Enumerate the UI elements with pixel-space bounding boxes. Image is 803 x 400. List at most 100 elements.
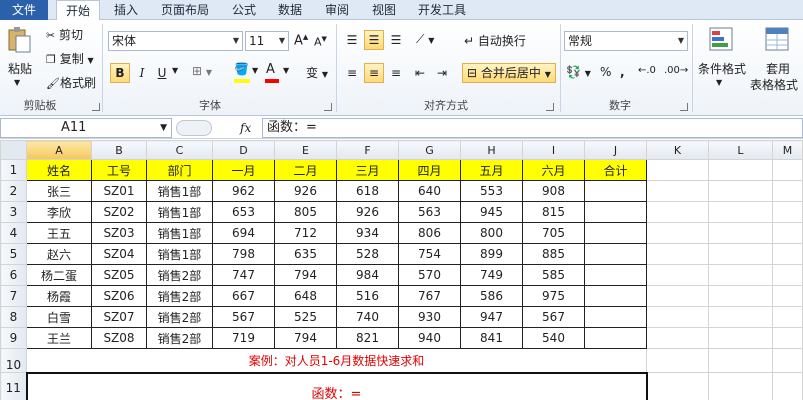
merge-center-button[interactable]: ⊟ 合并后居中 ▼ (462, 63, 556, 83)
data-cell[interactable]: 719 (212, 327, 275, 349)
paste-dropdown-icon[interactable]: ▼ (14, 78, 20, 87)
data-cell[interactable]: 销售1部 (146, 201, 213, 223)
cell[interactable] (646, 159, 709, 181)
italic-button[interactable]: I (132, 63, 152, 83)
paste-button[interactable]: 粘贴 (8, 60, 32, 77)
cell[interactable] (646, 243, 709, 265)
data-cell[interactable]: 794 (274, 327, 337, 349)
select-all-corner[interactable] (0, 140, 27, 160)
data-cell[interactable]: 926 (274, 180, 337, 202)
cell[interactable] (708, 327, 773, 349)
conditional-format-button[interactable]: 条件格式 (698, 60, 746, 77)
data-cell[interactable]: 926 (336, 201, 399, 223)
data-cell[interactable]: SZ02 (91, 201, 147, 223)
font-launcher-icon[interactable] (324, 103, 332, 111)
data-cell[interactable]: 841 (460, 327, 523, 349)
column-header-d[interactable]: D (212, 140, 275, 160)
align-top-icon[interactable]: ☰ (342, 30, 362, 50)
data-cell[interactable]: 李欣 (26, 201, 92, 223)
align-right-icon[interactable]: ≡ (386, 63, 406, 83)
number-launcher-icon[interactable] (680, 103, 688, 111)
data-cell[interactable] (584, 222, 647, 244)
chevron-down-icon[interactable]: ▼ (716, 78, 722, 87)
align-middle-icon[interactable]: ☰ (364, 30, 384, 50)
orientation-button[interactable]: ⟋ ▼ (416, 32, 434, 47)
data-cell[interactable]: 销售1部 (146, 243, 213, 265)
fill-color-button[interactable]: 🪣 (234, 62, 249, 76)
cell[interactable] (646, 264, 709, 286)
header-cell[interactable]: 五月 (460, 159, 523, 181)
tab-view[interactable]: 视图 (364, 0, 404, 20)
data-cell[interactable]: 570 (398, 264, 461, 286)
data-cell[interactable]: SZ07 (91, 306, 147, 328)
cell[interactable] (708, 201, 773, 223)
data-cell[interactable] (584, 243, 647, 265)
data-cell[interactable]: 张三 (26, 180, 92, 202)
column-header-a[interactable]: A (26, 140, 92, 160)
tab-developer[interactable]: 开发工具 (410, 0, 474, 20)
column-header-h[interactable]: H (460, 140, 523, 160)
decrease-decimal-icon[interactable]: .00→ (664, 65, 688, 76)
data-cell[interactable]: 740 (336, 306, 399, 328)
data-cell[interactable]: 杨二蛋 (26, 264, 92, 286)
data-cell[interactable]: 516 (336, 285, 399, 307)
tab-formulas[interactable]: 公式 (224, 0, 264, 20)
data-cell[interactable]: 王兰 (26, 327, 92, 349)
row-header[interactable]: 9 (0, 327, 27, 349)
column-header-j[interactable]: J (584, 140, 647, 160)
data-cell[interactable]: 975 (522, 285, 585, 307)
data-cell[interactable]: 销售2部 (146, 327, 213, 349)
data-cell[interactable]: 945 (460, 201, 523, 223)
cell[interactable] (772, 372, 803, 400)
cell[interactable] (646, 285, 709, 307)
data-cell[interactable]: 984 (336, 264, 399, 286)
column-header-f[interactable]: F (336, 140, 399, 160)
data-cell[interactable]: 销售1部 (146, 222, 213, 244)
data-cell[interactable]: 653 (212, 201, 275, 223)
cell[interactable] (646, 327, 709, 349)
header-cell[interactable]: 部门 (146, 159, 213, 181)
clipboard-launcher-icon[interactable] (92, 103, 100, 111)
worksheet-grid[interactable]: A B C D E F G H I J K L M 1 姓名 工号 部门 一月 二月 三月四… (0, 140, 803, 400)
row-header[interactable]: 5 (0, 243, 27, 265)
format-painter-button[interactable]: 🖌格式刷 (46, 74, 96, 91)
cut-button[interactable]: ✂ 剪切 (46, 26, 83, 43)
data-cell[interactable]: 648 (274, 285, 337, 307)
note-cell[interactable]: 案例：对人员1-6月数据快速求和 (27, 349, 647, 373)
cell[interactable] (646, 372, 709, 400)
data-cell[interactable]: SZ08 (91, 327, 147, 349)
data-cell[interactable]: SZ04 (91, 243, 147, 265)
cell[interactable] (646, 348, 709, 373)
header-cell[interactable]: 一月 (212, 159, 275, 181)
row-header[interactable]: 3 (0, 201, 27, 223)
column-header-m[interactable]: M (772, 140, 803, 160)
row-header[interactable]: 10 (0, 348, 27, 373)
data-cell[interactable]: 815 (522, 201, 585, 223)
cell[interactable] (708, 348, 773, 373)
data-cell[interactable]: 640 (398, 180, 461, 202)
cell[interactable] (772, 222, 803, 244)
column-header-g[interactable]: G (398, 140, 461, 160)
align-center-icon[interactable]: ≡ (364, 63, 384, 83)
data-cell[interactable]: 908 (522, 180, 585, 202)
tab-page-layout[interactable]: 页面布局 (152, 0, 218, 20)
cell[interactable] (772, 327, 803, 349)
data-cell[interactable]: 杨霞 (26, 285, 92, 307)
cell[interactable] (772, 264, 803, 286)
underline-button[interactable]: U (152, 63, 172, 83)
grow-font-button[interactable]: A▲ (294, 33, 308, 48)
percent-button[interactable]: % (600, 65, 611, 79)
insert-function-button[interactable]: fx (240, 118, 258, 138)
cell[interactable] (708, 372, 773, 400)
data-cell[interactable]: 794 (274, 264, 337, 286)
data-cell[interactable]: 563 (398, 201, 461, 223)
data-cell[interactable] (584, 306, 647, 328)
cell[interactable] (772, 201, 803, 223)
font-name-combo[interactable]: 宋体 ▼ (108, 31, 243, 51)
data-cell[interactable]: 白雪 (26, 306, 92, 328)
data-cell[interactable]: 806 (398, 222, 461, 244)
data-cell[interactable]: 754 (398, 243, 461, 265)
data-cell[interactable]: 618 (336, 180, 399, 202)
data-cell[interactable]: 585 (522, 264, 585, 286)
data-cell[interactable]: 553 (460, 180, 523, 202)
